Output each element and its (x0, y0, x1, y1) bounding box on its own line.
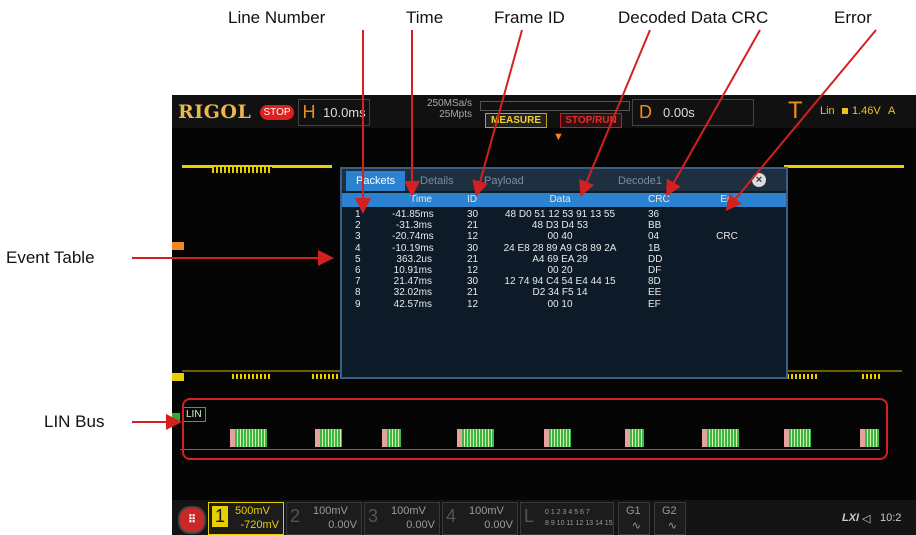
annotation-arrows (132, 29, 877, 430)
arrow-frame-id (472, 29, 523, 197)
arrow-error (725, 29, 877, 212)
arrow-crc (666, 29, 761, 197)
arrow-data (579, 29, 651, 197)
